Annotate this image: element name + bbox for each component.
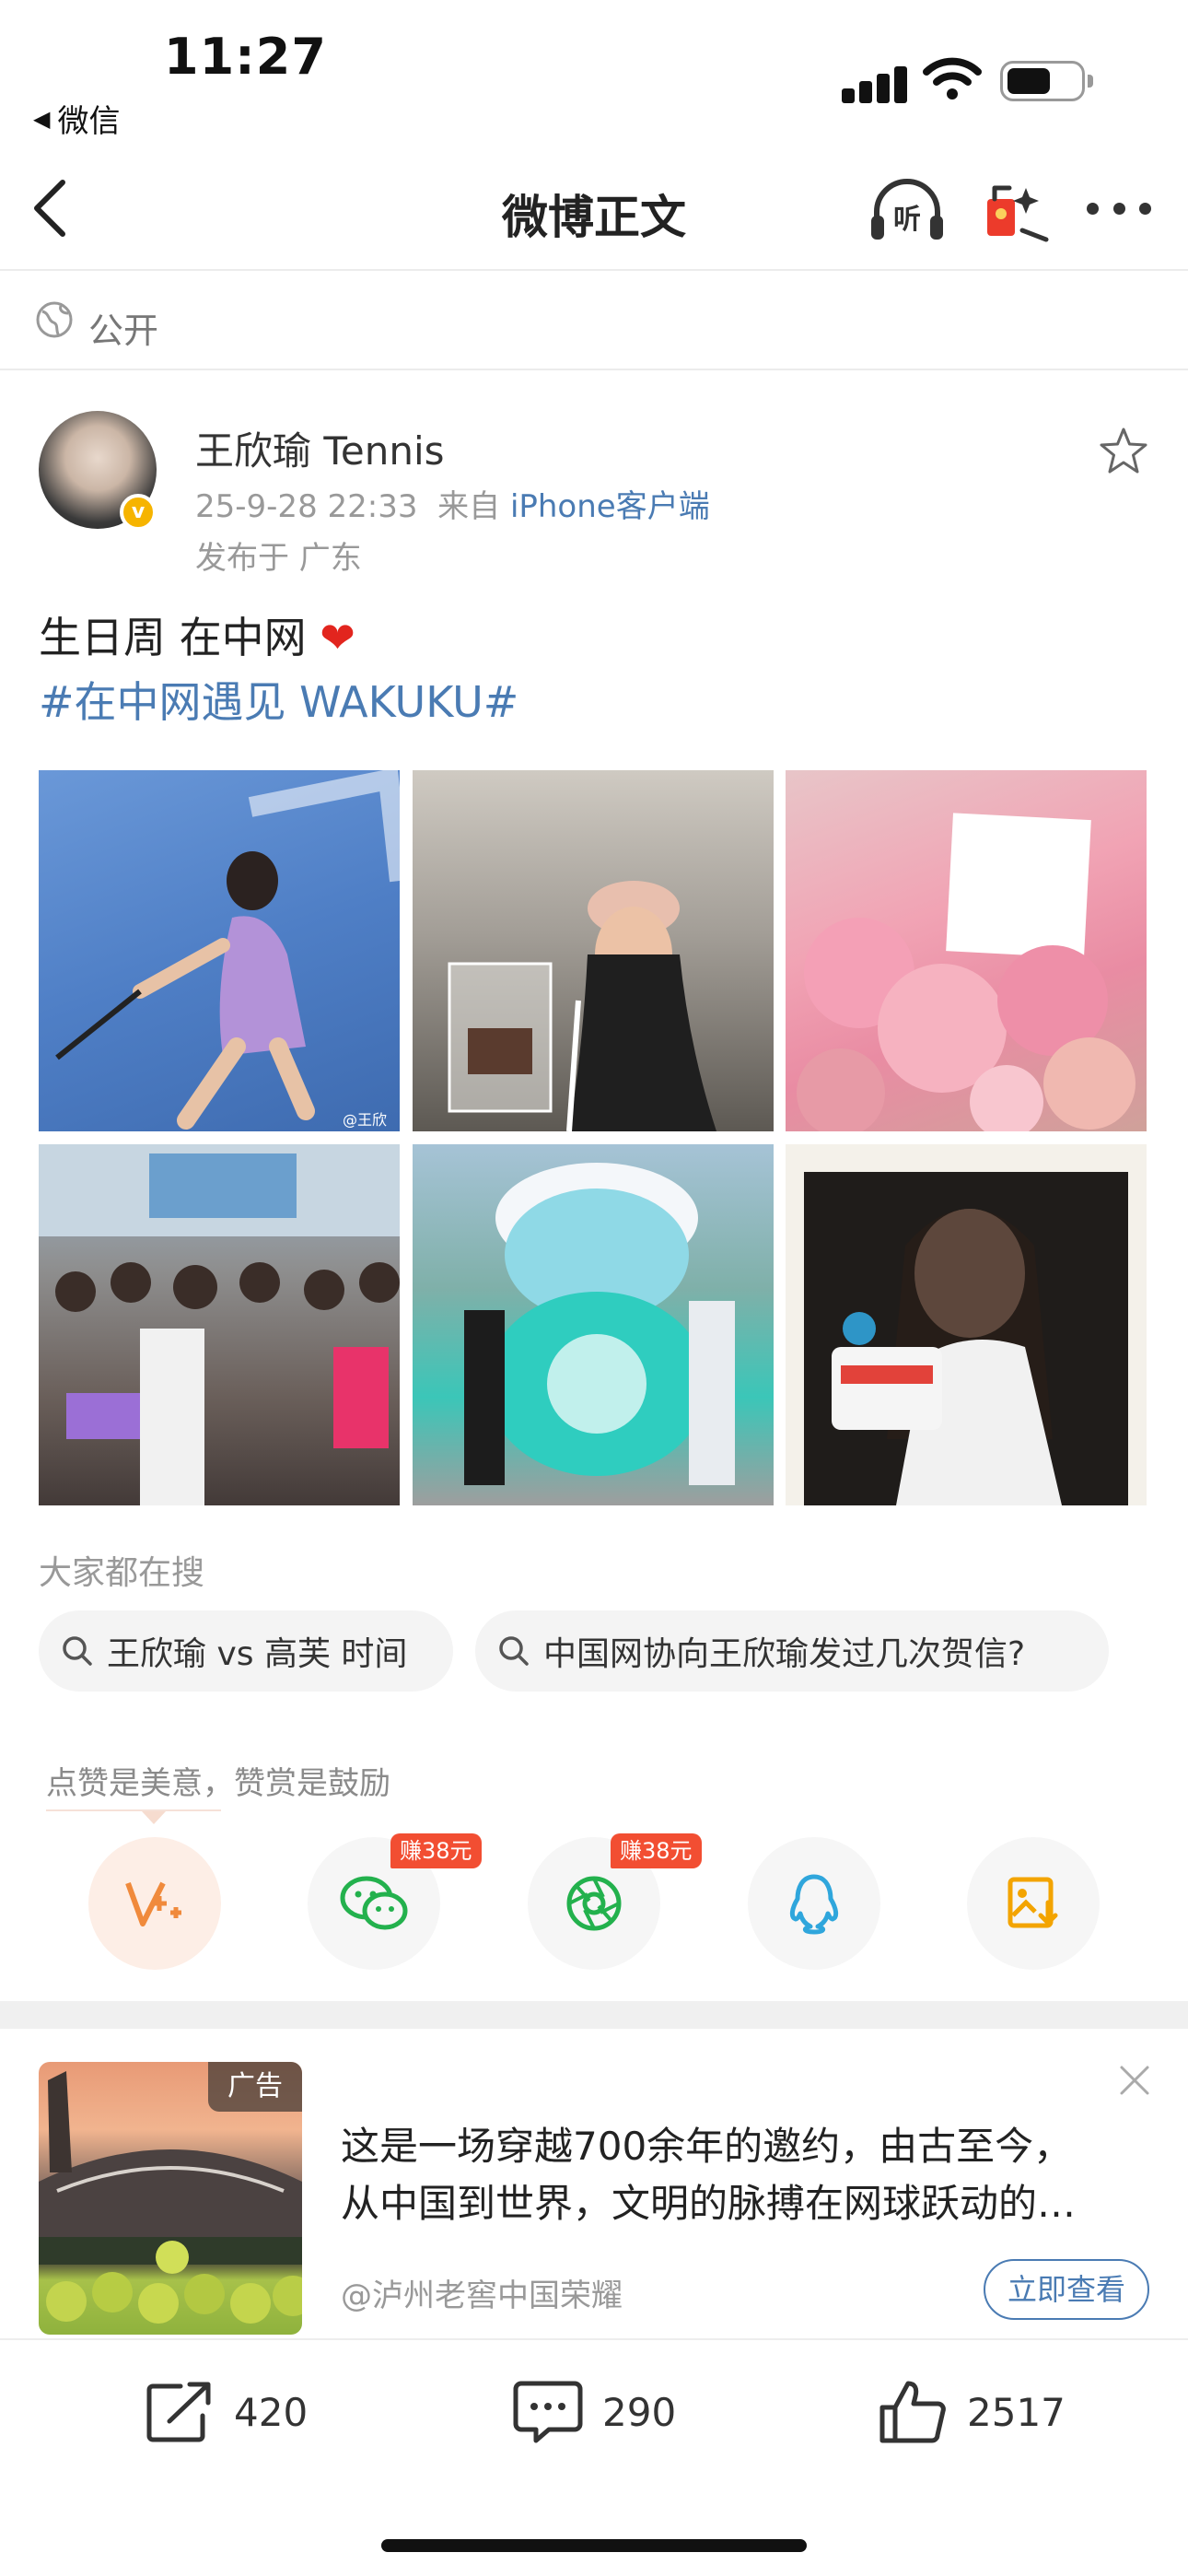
client-link[interactable]: iPhone客户端	[510, 488, 710, 525]
photo-5-mascot[interactable]	[413, 1144, 774, 1505]
ad-view-now-button[interactable]: 立即查看	[984, 2259, 1149, 2320]
moments-aperture-icon	[566, 1876, 622, 1931]
post-date: 25-9-28 22:33	[195, 488, 418, 525]
save-image-button[interactable]	[967, 1837, 1100, 1970]
search-chip-label: 王欣瑜 vs 高芙 时间	[107, 1635, 408, 1673]
like-button[interactable]: 2517	[877, 2375, 1066, 2449]
favorite-star-icon[interactable]	[1096, 424, 1151, 479]
cellular-signal-icon	[842, 63, 917, 103]
search-icon	[499, 1636, 529, 1666]
comment-button[interactable]: 290	[512, 2375, 676, 2449]
earn-badge: 赚38元	[390, 1833, 482, 1868]
post-text: 生日周 在中网 ❤	[39, 604, 355, 665]
hashtag-link[interactable]: #在中网遇见 WAKUKU#	[39, 669, 518, 730]
comment-icon	[513, 2381, 583, 2443]
red-packet-share-icon[interactable]	[982, 175, 1052, 245]
back-app-label: 微信	[57, 103, 121, 140]
thumbs-up-icon	[879, 2381, 946, 2443]
ad-source[interactable]: @泸州老窖中国荣耀	[341, 2270, 623, 2315]
caret-icon	[142, 1811, 166, 1824]
v-plus-reward-icon	[125, 1881, 181, 1926]
search-chip-label: 中国网协向王欣瑜发过几次贺信?	[543, 1635, 1026, 1673]
wifi-icon	[923, 57, 982, 100]
earn-badge: 赚38元	[611, 1833, 702, 1868]
search-chip-2[interactable]: 中国网协向王欣瑜发过几次贺信?	[475, 1610, 1109, 1692]
ad-badge: 广告	[208, 2062, 302, 2112]
comment-count: 290	[602, 2389, 677, 2435]
author-name[interactable]: 王欣瑜 Tennis	[195, 420, 445, 476]
more-options-icon[interactable]	[1087, 203, 1151, 217]
photo-1-tennis-match[interactable]: @王欣	[39, 770, 400, 1131]
photo-2-cake-selfie[interactable]	[413, 770, 774, 1131]
headphones-icon: 听	[871, 179, 943, 240]
repost-count: 420	[234, 2389, 309, 2435]
search-icon	[63, 1636, 92, 1666]
battery-icon	[1000, 61, 1093, 101]
close-icon[interactable]	[1116, 2062, 1153, 2099]
repost-button[interactable]: 420	[144, 2375, 308, 2449]
encourage-underline	[46, 1809, 221, 1811]
action-bar-divider	[0, 2338, 1188, 2340]
share-qq-button[interactable]	[748, 1837, 880, 1970]
wechat-icon	[340, 1876, 408, 1930]
visibility-label: 公开	[88, 310, 159, 351]
post-meta: 25-9-28 22:33 来自 iPhone客户端	[195, 481, 710, 526]
ad-text-line-1[interactable]: 这是一场穿越700余年的邀约，由古至今，	[341, 2115, 1072, 2172]
post-body: 生日周 在中网	[39, 613, 307, 662]
trending-search-heading: 大家都在搜	[39, 1554, 205, 1592]
nav-divider	[0, 269, 1188, 271]
heart-emoji-icon: ❤	[320, 613, 355, 662]
home-indicator[interactable]	[381, 2539, 807, 2552]
svg-text:@王欣: @王欣	[343, 1111, 387, 1129]
photo-6-polaroid-cake[interactable]	[786, 1144, 1147, 1505]
globe-icon	[36, 301, 73, 338]
like-count: 2517	[967, 2389, 1066, 2435]
section-separator	[0, 2001, 1188, 2029]
qq-penguin-icon	[789, 1874, 839, 1935]
listen-button[interactable]: 听	[868, 175, 947, 245]
section-divider	[0, 369, 1188, 370]
repost-icon	[146, 2382, 211, 2442]
back-triangle-icon: ◀	[33, 105, 51, 132]
image-download-icon	[1007, 1877, 1058, 1928]
post-location: 发布于 广东	[195, 540, 362, 577]
search-chip-1[interactable]: 王欣瑜 vs 高芙 时间	[39, 1610, 453, 1692]
encourage-text: 点赞是美意，赞赏是鼓励	[46, 1765, 390, 1802]
svg-text:听: 听	[893, 204, 921, 236]
reward-button[interactable]	[88, 1837, 221, 1970]
photo-4-fan-crowd[interactable]	[39, 1144, 400, 1505]
status-time: 11:27	[164, 28, 327, 86]
back-to-wechat[interactable]: ◀ 微信	[33, 96, 120, 141]
ad-text-line-2[interactable]: 从中国到世界，文明的脉搏在网球跃动的…	[341, 2172, 1076, 2229]
verified-badge-icon: v	[120, 494, 157, 531]
photo-3-flower-bouquet[interactable]	[786, 770, 1147, 1131]
source-prefix: 来自	[437, 488, 501, 525]
